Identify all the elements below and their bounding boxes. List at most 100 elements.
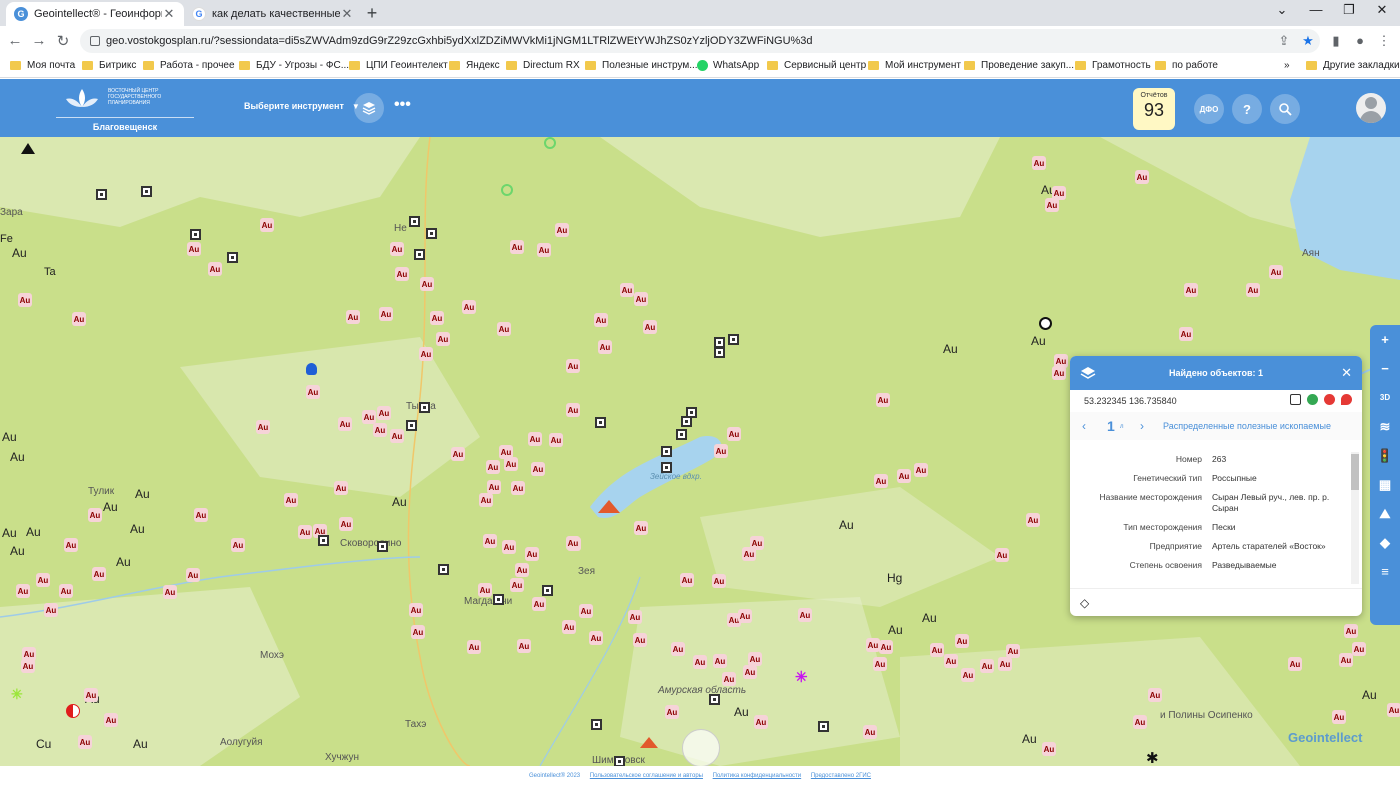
gold-deposit-marker[interactable]: Au <box>961 668 975 682</box>
gold-deposit-marker[interactable]: Au <box>511 481 525 495</box>
gold-deposit-marker[interactable]: Au <box>879 640 893 654</box>
gold-deposit-marker[interactable]: Au <box>44 603 58 617</box>
gold-deposit-marker[interactable]: Au <box>84 688 98 702</box>
orange-triangle-marker-icon[interactable] <box>640 737 658 748</box>
triangle-marker-icon[interactable] <box>21 143 35 154</box>
compass-icon[interactable] <box>682 729 720 766</box>
gold-deposit-marker[interactable]: Au <box>1006 644 1020 658</box>
layers-button[interactable] <box>354 93 384 123</box>
scrollbar-thumb[interactable] <box>1351 454 1359 490</box>
bookmark-item[interactable]: Моя почта <box>10 60 75 71</box>
tab-google[interactable]: G как делать качественные сним ✕ <box>184 2 362 26</box>
gold-deposit-marker[interactable]: Au <box>628 610 642 624</box>
gold-deposit-marker[interactable]: Au <box>187 242 201 256</box>
gold-deposit-marker[interactable]: Au <box>390 242 404 256</box>
gold-deposit-marker[interactable]: Au <box>863 725 877 739</box>
gold-deposit-marker[interactable]: Au <box>510 240 524 254</box>
gold-deposit-marker[interactable]: Au <box>515 563 529 577</box>
gold-deposit-marker[interactable]: Au <box>362 410 376 424</box>
gold-deposit-marker[interactable]: Au <box>680 573 694 587</box>
gold-deposit-marker[interactable]: Au <box>566 359 580 373</box>
gold-deposit-marker[interactable]: Au <box>743 665 757 679</box>
gold-deposit-marker[interactable]: Au <box>1026 513 1040 527</box>
gold-deposit-marker[interactable]: Au <box>1045 198 1059 212</box>
deposit-square-marker[interactable] <box>661 462 672 473</box>
gold-deposit-marker[interactable]: Au <box>390 429 404 443</box>
gold-deposit-marker[interactable]: Au <box>873 657 887 671</box>
gold-deposit-marker[interactable]: Au <box>874 474 888 488</box>
gold-deposit-marker[interactable]: Au <box>555 223 569 237</box>
deposit-square-marker[interactable] <box>676 429 687 440</box>
gold-deposit-marker[interactable]: Au <box>1032 156 1046 170</box>
gold-deposit-marker[interactable]: Au <box>338 417 352 431</box>
gold-deposit-marker[interactable]: Au <box>18 293 32 307</box>
gold-deposit-marker[interactable]: Au <box>194 508 208 522</box>
gold-deposit-marker[interactable]: Au <box>620 283 634 297</box>
deposit-square-marker[interactable] <box>709 694 720 705</box>
eraser-icon[interactable]: ◇ <box>1080 596 1089 610</box>
deposit-square-marker[interactable] <box>426 228 437 239</box>
gold-deposit-marker[interactable]: Au <box>16 584 30 598</box>
gold-deposit-marker[interactable]: Au <box>1332 710 1346 724</box>
gold-deposit-marker[interactable]: Au <box>88 508 102 522</box>
gold-deposit-marker[interactable]: Au <box>727 427 741 441</box>
gold-deposit-marker[interactable]: Au <box>693 655 707 669</box>
gold-deposit-marker[interactable]: Au <box>579 604 593 618</box>
gold-deposit-marker[interactable]: Au <box>712 574 726 588</box>
gold-deposit-marker[interactable]: Au <box>754 715 768 729</box>
gold-deposit-marker[interactable]: Au <box>487 480 501 494</box>
gold-deposit-marker[interactable]: Au <box>566 536 580 550</box>
gold-deposit-marker[interactable]: Au <box>467 640 481 654</box>
bookmark-item[interactable]: Мой инструмент <box>868 60 961 71</box>
gold-deposit-marker[interactable]: Au <box>531 462 545 476</box>
restore-button[interactable]: ❐ <box>1334 2 1364 18</box>
provided-by-link[interactable]: Предоставлено 2ГИС <box>811 773 871 779</box>
bookmark-item[interactable]: Проведение закуп... <box>964 60 1074 71</box>
gold-deposit-marker[interactable]: Au <box>1184 283 1198 297</box>
gold-deposit-marker[interactable]: Au <box>478 583 492 597</box>
gold-deposit-marker[interactable]: Au <box>714 444 728 458</box>
copy-icon[interactable] <box>1290 394 1301 405</box>
gold-deposit-marker[interactable]: Au <box>995 548 1009 562</box>
gold-deposit-marker[interactable]: Au <box>998 657 1012 671</box>
gold-deposit-marker[interactable]: Au <box>598 340 612 354</box>
gold-deposit-marker[interactable]: Au <box>876 393 890 407</box>
zoom-out-button[interactable]: − <box>1370 354 1400 383</box>
gold-deposit-marker[interactable]: Au <box>504 457 518 471</box>
layer-name[interactable]: Распределенные полезные ископаемые <box>1163 421 1331 431</box>
gold-deposit-marker[interactable]: Au <box>665 705 679 719</box>
deposit-square-marker[interactable] <box>227 252 238 263</box>
tool-select-dropdown[interactable]: Выберите инструмент ▼ <box>244 101 360 111</box>
gold-deposit-marker[interactable]: Au <box>72 312 86 326</box>
traffic-icon[interactable]: 🚦 <box>1370 441 1400 470</box>
bookmark-item[interactable]: Яндекс <box>449 60 500 71</box>
deposit-square-marker[interactable] <box>591 719 602 730</box>
deposit-square-marker[interactable] <box>414 249 425 260</box>
blue-pin-icon[interactable] <box>306 363 317 375</box>
gold-deposit-marker[interactable]: Au <box>36 573 50 587</box>
close-tab-icon[interactable]: ✕ <box>162 6 176 22</box>
deposit-square-marker[interactable] <box>614 756 625 766</box>
gold-deposit-marker[interactable]: Au <box>517 639 531 653</box>
gold-deposit-marker[interactable]: Au <box>92 567 106 581</box>
new-tab-button[interactable]: + <box>362 3 382 24</box>
gold-deposit-marker[interactable]: Au <box>59 584 73 598</box>
gold-deposit-marker[interactable]: Au <box>346 310 360 324</box>
reports-counter[interactable]: Отчётов 93 <box>1133 88 1175 130</box>
gold-deposit-marker[interactable]: Au <box>750 536 764 550</box>
gold-deposit-marker[interactable]: Au <box>1344 624 1358 638</box>
gold-deposit-marker[interactable]: Au <box>955 634 969 648</box>
gold-deposit-marker[interactable]: Au <box>594 313 608 327</box>
gold-deposit-marker[interactable]: Au <box>914 463 928 477</box>
gold-deposit-marker[interactable]: Au <box>486 460 500 474</box>
gold-deposit-marker[interactable]: Au <box>1052 366 1066 380</box>
orange-triangle-marker-icon[interactable] <box>598 500 620 513</box>
deposit-square-marker[interactable] <box>542 585 553 596</box>
deposit-square-marker[interactable] <box>190 229 201 240</box>
bookmark-item[interactable]: ЦПИ Геоинтелект <box>349 60 448 71</box>
gold-deposit-marker[interactable]: Au <box>163 585 177 599</box>
gold-deposit-marker[interactable]: Au <box>409 603 423 617</box>
black-asterisk-marker-icon[interactable]: ✱ <box>1146 749 1159 766</box>
yandex-icon[interactable] <box>1324 394 1335 405</box>
gold-deposit-marker[interactable]: Au <box>479 493 493 507</box>
